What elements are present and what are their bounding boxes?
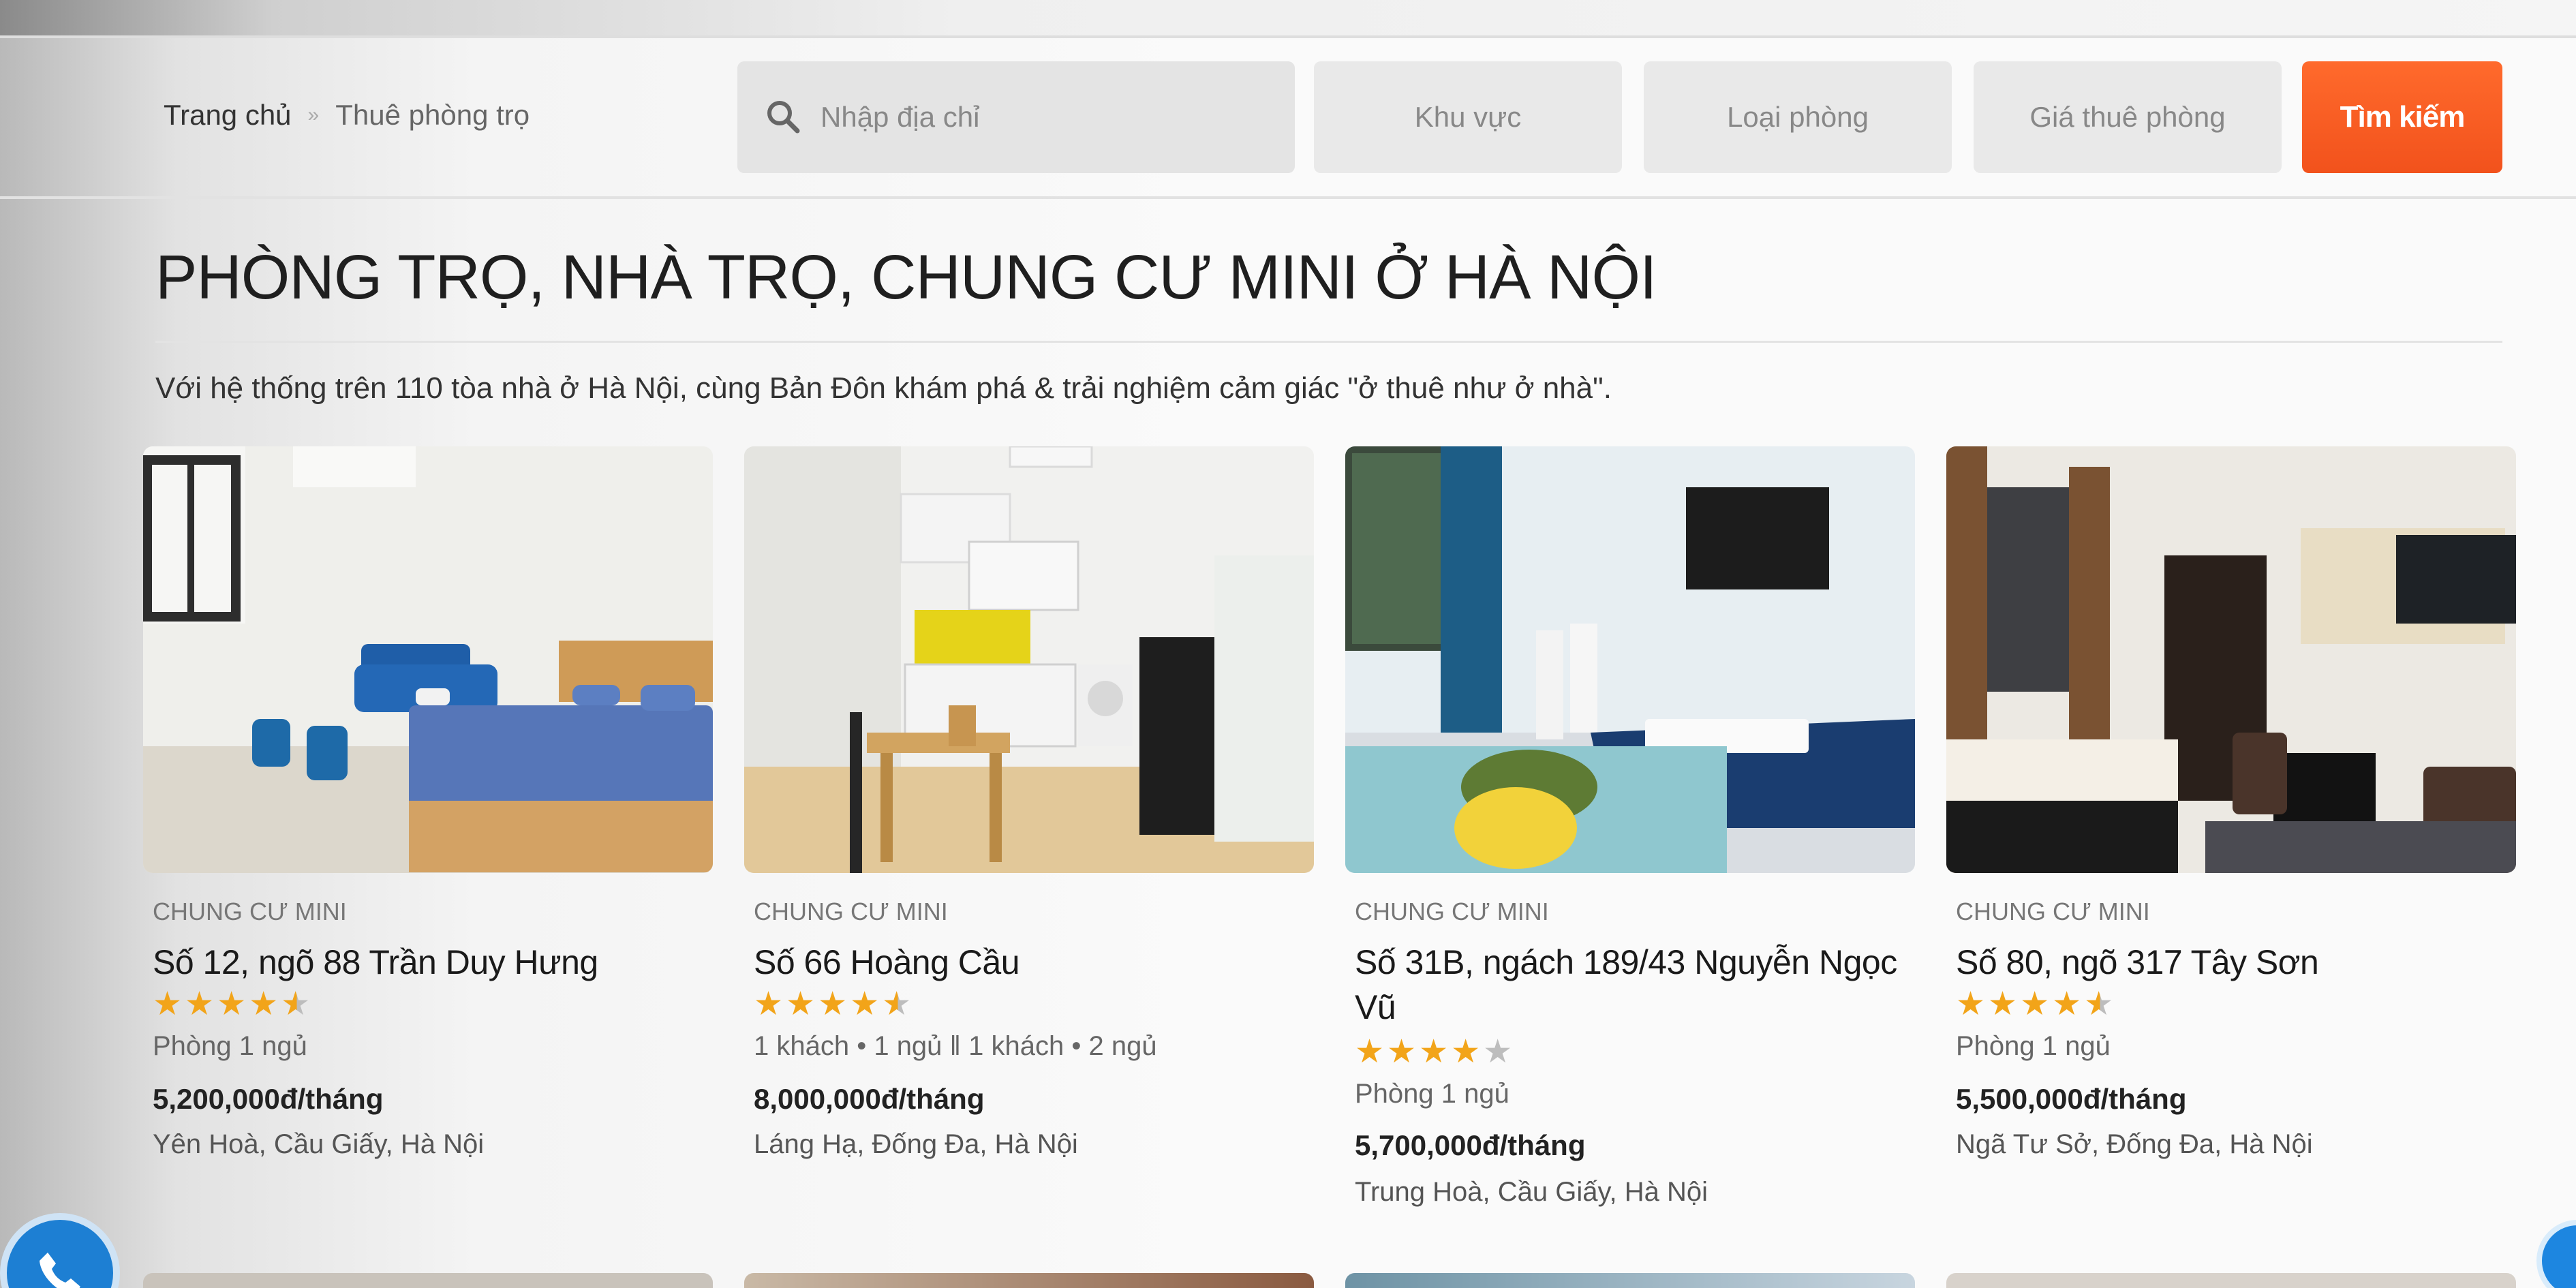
half-star-icon: ★: [882, 986, 915, 1022]
listing-rooms: 1 khách • 1 ngủ ‖ 1 khách • 2 ngủ: [754, 1031, 1157, 1061]
star-rating: ★★★★★: [1956, 985, 2116, 1023]
listing-card[interactable]: CHUNG CƯ MINI Số 66 Hoàng Cầu ★★★★★ 1 kh…: [744, 446, 1314, 1159]
listing-rooms: Phòng 1 ngủ: [1956, 1031, 2111, 1061]
listing-photo[interactable]: [143, 446, 713, 873]
room-photo-2: [744, 446, 1314, 873]
room-photo-4: [1946, 446, 2516, 873]
breadcrumb-current[interactable]: Thuê phòng trọ: [335, 99, 530, 132]
intro-text: Với hệ thống trên 110 tòa nhà ở Hà Nội, …: [155, 371, 1612, 405]
listing-category: CHUNG CƯ MINI: [754, 898, 948, 925]
listing-rooms: Phòng 1 ngủ: [1355, 1079, 1509, 1109]
price-dropdown-label: Giá thuê phòng: [2029, 101, 2226, 133]
listing-rooms: Phòng 1 ngủ: [153, 1031, 307, 1061]
room-photo-1: [143, 446, 713, 873]
half-star-icon: ★: [281, 986, 313, 1022]
star-icon: ★★★★: [153, 986, 281, 1022]
listing-location: Láng Hạ, Đống Đa, Hà Nội: [754, 1129, 1078, 1159]
address-placeholder: Nhập địa chỉ: [821, 101, 980, 133]
room-type-dropdown-label: Loại phòng: [1727, 101, 1869, 133]
search-button[interactable]: Tìm kiếm: [2302, 61, 2502, 173]
star-icon: ★★★★: [1956, 986, 2085, 1022]
breadcrumb: Trang chủ » Thuê phòng trọ: [164, 99, 530, 132]
listing-card[interactable]: CHUNG CƯ MINI Số 80, ngõ 317 Tây Sơn ★★★…: [1946, 446, 2516, 1159]
listing-address[interactable]: Số 12, ngõ 88 Trần Duy Hưng: [153, 940, 711, 985]
chat-button[interactable]: [2536, 1220, 2576, 1288]
breadcrumb-home-link[interactable]: Trang chủ: [164, 99, 292, 132]
star-rating: ★★★★★: [754, 985, 914, 1023]
next-listing-photo[interactable]: [1345, 1273, 1915, 1288]
star-rating: ★★★★★: [1355, 1032, 1515, 1071]
search-icon: [767, 101, 800, 134]
listing-address[interactable]: Số 80, ngõ 317 Tây Sơn: [1956, 940, 2515, 985]
room-photo-3: [1345, 446, 1915, 873]
area-dropdown-label: Khu vực: [1414, 101, 1522, 133]
call-button[interactable]: [0, 1213, 120, 1288]
listing-category: CHUNG CƯ MINI: [1956, 898, 2150, 925]
listing-category: CHUNG CƯ MINI: [1355, 898, 1549, 925]
listing-category: CHUNG CƯ MINI: [153, 898, 347, 925]
star-icon: ★★★★: [754, 986, 883, 1022]
browser-top-strip: [0, 0, 2576, 38]
listing-address[interactable]: Số 31B, ngách 189/43 Nguyễn Ngọc Vũ: [1355, 940, 1914, 1030]
half-star-icon: ★: [2084, 986, 2117, 1022]
page: Trang chủ » Thuê phòng trọ Nhập địa chỉ …: [0, 0, 2576, 1288]
star-rating: ★★★★★: [153, 985, 313, 1023]
next-listing-photo[interactable]: [1946, 1273, 2516, 1288]
room-type-dropdown[interactable]: Loại phòng: [1644, 61, 1952, 173]
address-search-input[interactable]: Nhập địa chỉ: [737, 61, 1295, 173]
listing-card[interactable]: CHUNG CƯ MINI Số 12, ngõ 88 Trần Duy Hưn…: [143, 446, 713, 1159]
area-dropdown[interactable]: Khu vực: [1314, 61, 1622, 173]
listing-price: 8,000,000đ/tháng: [754, 1083, 985, 1115]
listing-location: Yên Hoà, Cầu Giấy, Hà Nội: [153, 1129, 485, 1159]
empty-star-icon: ★: [1483, 1034, 1516, 1070]
listing-price: 5,700,000đ/tháng: [1355, 1129, 1586, 1161]
listing-price: 5,500,000đ/tháng: [1956, 1083, 2187, 1115]
listing-location: Ngã Tư Sở, Đống Đa, Hà Nội: [1956, 1129, 2313, 1159]
star-icon: ★★★★: [1355, 1034, 1484, 1070]
listing-location: Trung Hoà, Cầu Giấy, Hà Nội: [1355, 1177, 1708, 1207]
phone-icon: [40, 1253, 80, 1288]
listing-photo[interactable]: [744, 446, 1314, 873]
breadcrumb-separator: »: [307, 104, 320, 126]
price-dropdown[interactable]: Giá thuê phòng: [1974, 61, 2282, 173]
listing-address[interactable]: Số 66 Hoàng Cầu: [754, 940, 1313, 985]
listing-price: 5,200,000đ/tháng: [153, 1083, 384, 1115]
page-title: PHÒNG TRỌ, NHÀ TRỌ, CHUNG CƯ MINI Ở HÀ N…: [155, 243, 1657, 312]
next-listing-photo[interactable]: [744, 1273, 1314, 1288]
listing-photo[interactable]: [1345, 446, 1915, 873]
listing-photo[interactable]: [1946, 446, 2516, 873]
listing-card[interactable]: CHUNG CƯ MINI Số 31B, ngách 189/43 Nguyễ…: [1345, 446, 1915, 1207]
next-listing-photo[interactable]: [143, 1273, 713, 1288]
title-divider: [155, 341, 2502, 343]
